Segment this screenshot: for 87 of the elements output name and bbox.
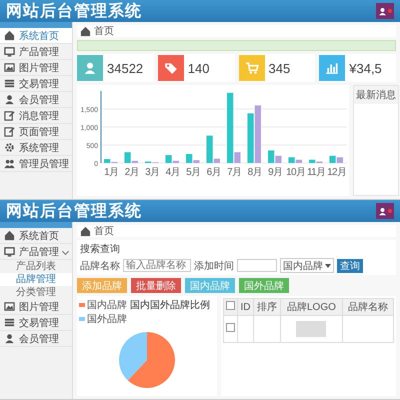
stat-value: 34522 [107,60,144,76]
user-icon [4,333,15,344]
stat-value: ¥34,5 [349,60,382,76]
breadcrumb-link[interactable]: 首页 [94,24,114,38]
axis-label: 8月 [248,167,262,178]
action-button[interactable]: 批量删除 [131,278,181,293]
breadcrumb-link[interactable]: 首页 [94,224,114,238]
column-header[interactable]: ID [238,298,254,316]
pie-slice [128,332,175,388]
region-select[interactable]: 国内品牌 [280,258,334,273]
pie-slice [119,332,147,380]
field-label: 添加时间 [194,260,234,272]
home-icon [80,226,91,236]
sidebar-item[interactable]: 会员管理 [0,331,72,347]
sidebar-item[interactable]: 产品管理 [0,44,72,60]
user-icon [378,206,387,216]
edit-icon [4,126,15,137]
tag-icon [164,61,178,75]
column-header[interactable]: 品牌名称 [342,298,394,316]
sidebar-item[interactable]: 页面管理 [0,124,72,140]
search-button[interactable]: 查询 [337,258,363,272]
field-label: 品牌名称 [80,260,120,272]
monitor-icon [4,46,15,57]
column-header[interactable]: 排序 [253,298,281,316]
status-dot [388,209,392,213]
chart-title: 国内国外品牌比例 [130,298,210,313]
sidebar-item[interactable]: 图片管理 [0,60,72,76]
sidebar-item[interactable]: 会员管理 [0,92,72,108]
user-icon [4,94,15,105]
sidebar-header [0,22,72,28]
axis-label: 3月 [145,167,160,178]
axis-label: 5月 [186,167,200,178]
stat-value: 345 [268,60,290,76]
sidebar-item[interactable]: 系统首页 [0,228,72,244]
axis-label: 1月 [104,167,118,178]
date-field[interactable] [237,259,277,272]
logo-placeholder [296,321,326,337]
axis-label: 11月 [306,167,326,178]
cart-icon [244,61,258,75]
brand-name-field[interactable]: 输入品牌名称 [123,259,191,272]
axis-label: 6月 [206,167,221,178]
monitor-icon [4,246,15,257]
caret-icon [325,264,331,268]
axis-label: 2月 [124,167,139,178]
sidebar-item[interactable]: 系统首页 [0,28,72,44]
axis-label: 7月 [227,167,242,178]
axis-label: 12月 [327,167,346,178]
sidebar-subitem[interactable]: 分类管理 [0,286,72,299]
site-title: 网站后台管理系统 [6,0,142,22]
settings-icon [4,142,15,153]
picture-icon [4,62,15,73]
status-dot [388,9,392,13]
home-icon [4,30,15,41]
home-icon [80,26,91,36]
user-icon [83,61,97,75]
users-icon [4,158,15,169]
user-icon [378,6,387,16]
user-button[interactable] [376,203,394,219]
sidebar-subitem[interactable]: 品牌管理 [0,273,72,286]
legend-label: 国内品牌 [87,298,127,312]
sidebar-item[interactable]: 管理员管理 [0,156,72,172]
bar-chart-icon [325,61,340,75]
sidebar-item[interactable]: 图片管理 [0,299,72,315]
edit-icon [4,110,15,121]
axis-label: 4月 [166,167,180,178]
axis-label: 10月 [286,167,306,178]
sidebar-item[interactable]: 系统管理 [0,140,72,156]
panel-title: 最新消息 [354,86,398,104]
sidebar-header [0,222,72,228]
sidebar-subitem[interactable]: 产品列表 [0,260,72,273]
stat-value: 140 [188,60,210,76]
sidebar-item[interactable]: 交易管理 [0,315,72,331]
column-header[interactable]: 品牌LOGO [280,298,342,316]
checkbox[interactable] [226,301,236,310]
picture-icon [4,301,15,312]
sidebar-item[interactable]: 消息管理 [0,108,72,124]
list-icon [4,317,15,328]
sidebar-item[interactable]: 交易管理 [0,76,72,92]
list-icon [4,78,15,89]
site-title: 网站后台管理系统 [6,200,142,222]
axis-label: 9月 [268,167,282,178]
home-icon [4,230,15,241]
checkbox[interactable] [226,323,236,332]
user-button[interactable] [376,3,394,19]
legend-label: 国外品牌 [87,313,127,326]
panel-title: 搜索查询 [80,242,121,256]
sidebar-item[interactable]: 产品管理 [0,244,72,260]
